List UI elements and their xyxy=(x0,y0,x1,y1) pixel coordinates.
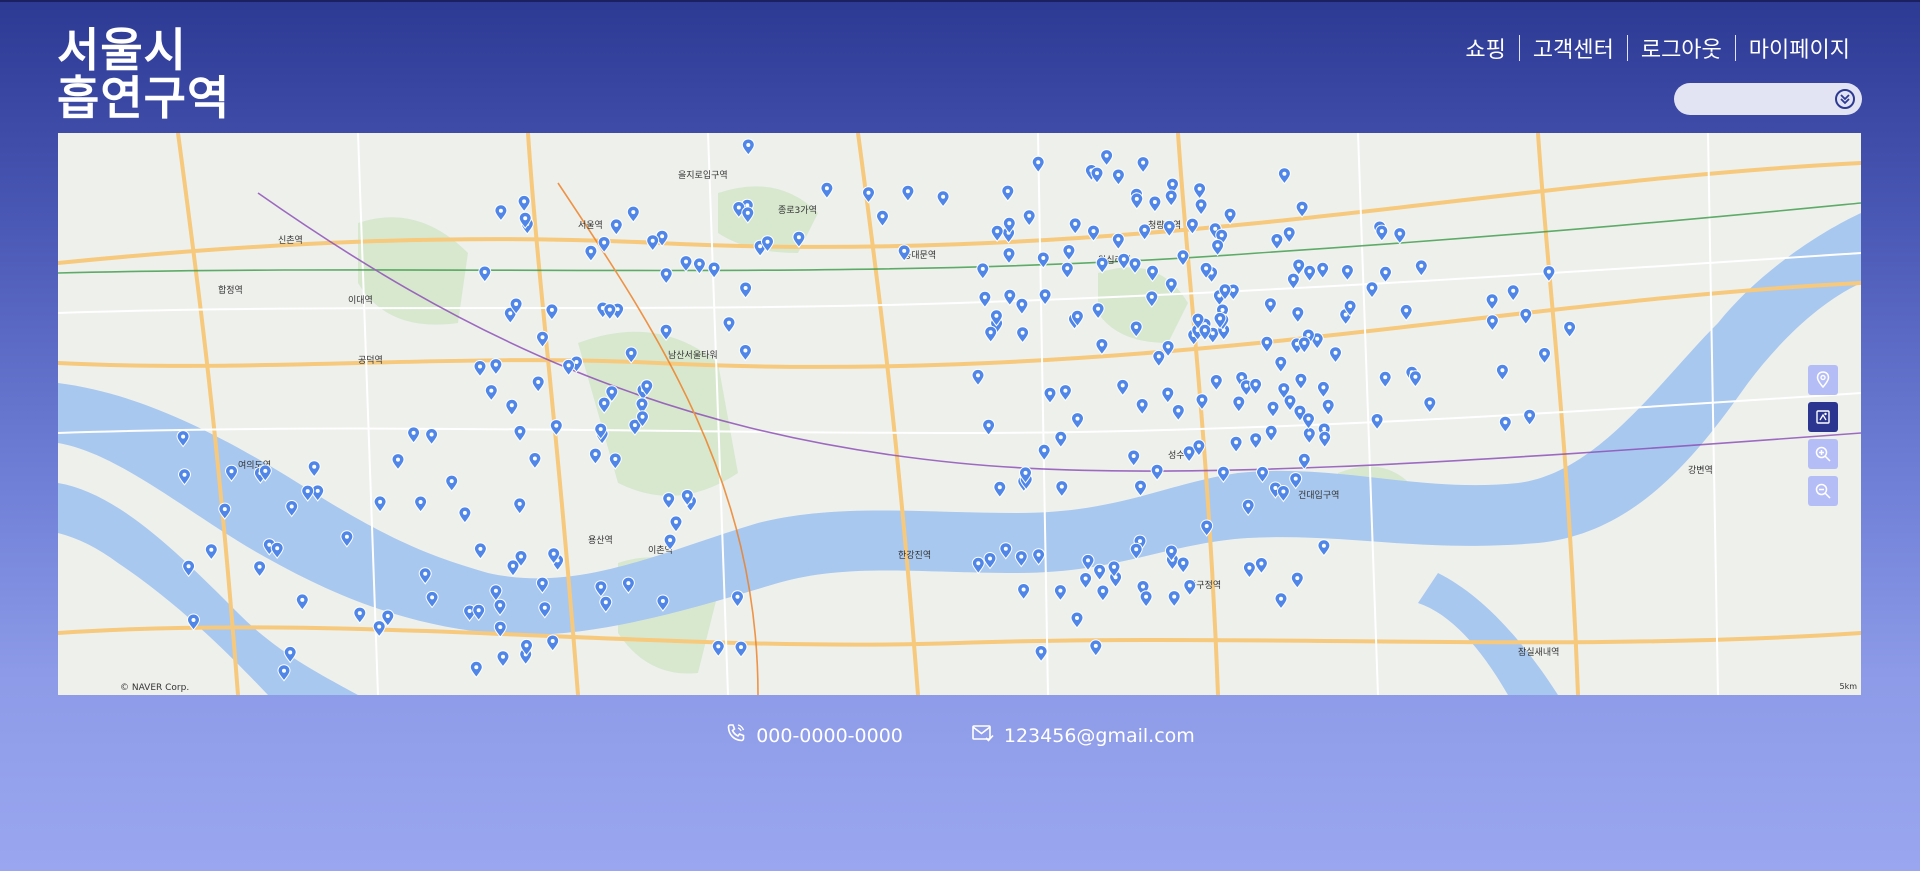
map-controls xyxy=(1808,365,1838,506)
map-place-label: 합정역 xyxy=(218,285,243,296)
search-bar xyxy=(1674,83,1862,115)
map-place-label: 종로3가역 xyxy=(778,205,817,216)
nav-logout[interactable]: 로그아웃 xyxy=(1628,32,1735,64)
map-canvas[interactable]: 서울역을지로입구역종로3가역동대문역왕십리역청량리역성수역건대입구역강변역잠실새… xyxy=(58,133,1861,695)
map-place-label: 강변역 xyxy=(1688,465,1713,476)
logo-line1: 서울시 xyxy=(57,23,187,77)
phone-number: 000-0000-0000 xyxy=(756,724,903,747)
top-border xyxy=(0,0,1920,2)
map-place-label: 건대입구역 xyxy=(1298,489,1339,501)
search-input[interactable] xyxy=(1688,88,1832,112)
map-attribution: © NAVER Corp. xyxy=(120,683,190,693)
map-place-label: 용산역 xyxy=(588,535,613,546)
top-nav: 쇼핑 고객센터 로그아웃 마이페이지 xyxy=(1452,32,1850,64)
map-scale: 5km xyxy=(1839,682,1857,691)
map-place-label: 이대역 xyxy=(348,295,373,306)
map-place-label: 남산서울타워 xyxy=(668,350,718,361)
nav-shopping[interactable]: 쇼핑 xyxy=(1452,32,1518,64)
nav-mypage[interactable]: 마이페이지 xyxy=(1736,32,1850,64)
map-place-label: 한강진역 xyxy=(898,550,931,561)
map-place-label: 을지로입구역 xyxy=(678,169,728,181)
map-place-label: 신촌역 xyxy=(278,235,303,246)
map-place-label: 서울역 xyxy=(578,220,603,231)
map-place-label: 공덕역 xyxy=(358,355,383,366)
footer-email: 123456@gmail.com xyxy=(971,722,1195,749)
map-place-label: 잠실새내역 xyxy=(1518,647,1559,658)
nav-customer-center[interactable]: 고객센터 xyxy=(1520,32,1627,64)
zoom-in-icon[interactable] xyxy=(1808,439,1838,469)
logo-line2: 흡연구역 xyxy=(57,71,231,125)
zoom-out-icon[interactable] xyxy=(1808,476,1838,506)
mail-icon xyxy=(971,723,995,748)
chevron-double-down-icon[interactable] xyxy=(1835,89,1855,109)
footer: 000-0000-0000 123456@gmail.com xyxy=(0,722,1920,749)
phone-icon xyxy=(725,722,747,749)
location-pin-icon[interactable] xyxy=(1808,365,1838,395)
footer-phone: 000-0000-0000 xyxy=(725,722,903,749)
site-logo[interactable]: 서울시 흡연구역 xyxy=(57,26,230,122)
email-address: 123456@gmail.com xyxy=(1003,724,1195,747)
map-type-icon[interactable] xyxy=(1808,402,1838,432)
map-view[interactable]: 서울역을지로입구역종로3가역동대문역왕십리역청량리역성수역건대입구역강변역잠실새… xyxy=(58,133,1861,695)
